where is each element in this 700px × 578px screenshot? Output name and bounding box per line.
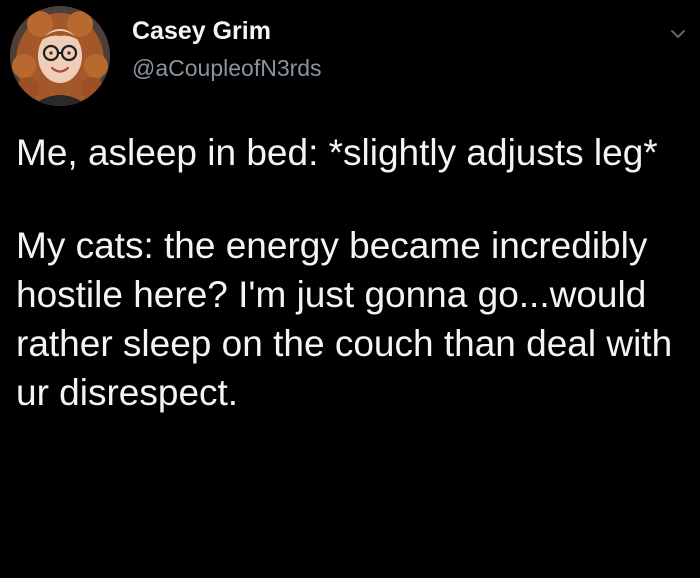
avatar[interactable] <box>10 6 110 106</box>
user-handle[interactable]: @aCoupleofN3rds <box>132 52 322 84</box>
author-info: Casey Grim @aCoupleofN3rds <box>132 14 322 84</box>
display-name[interactable]: Casey Grim <box>132 14 322 48</box>
tweet-text: Me, asleep in bed: *slightly adjusts leg… <box>16 128 692 417</box>
chevron-down-icon[interactable] <box>668 24 688 44</box>
avatar-image <box>10 6 110 106</box>
tweet-paragraph: My cats: the energy became incredibly ho… <box>16 225 673 413</box>
tweet-paragraph: Me, asleep in bed: *slightly adjusts leg… <box>16 132 658 173</box>
tweet-card: Casey Grim @aCoupleofN3rds Me, asleep in… <box>0 0 700 578</box>
